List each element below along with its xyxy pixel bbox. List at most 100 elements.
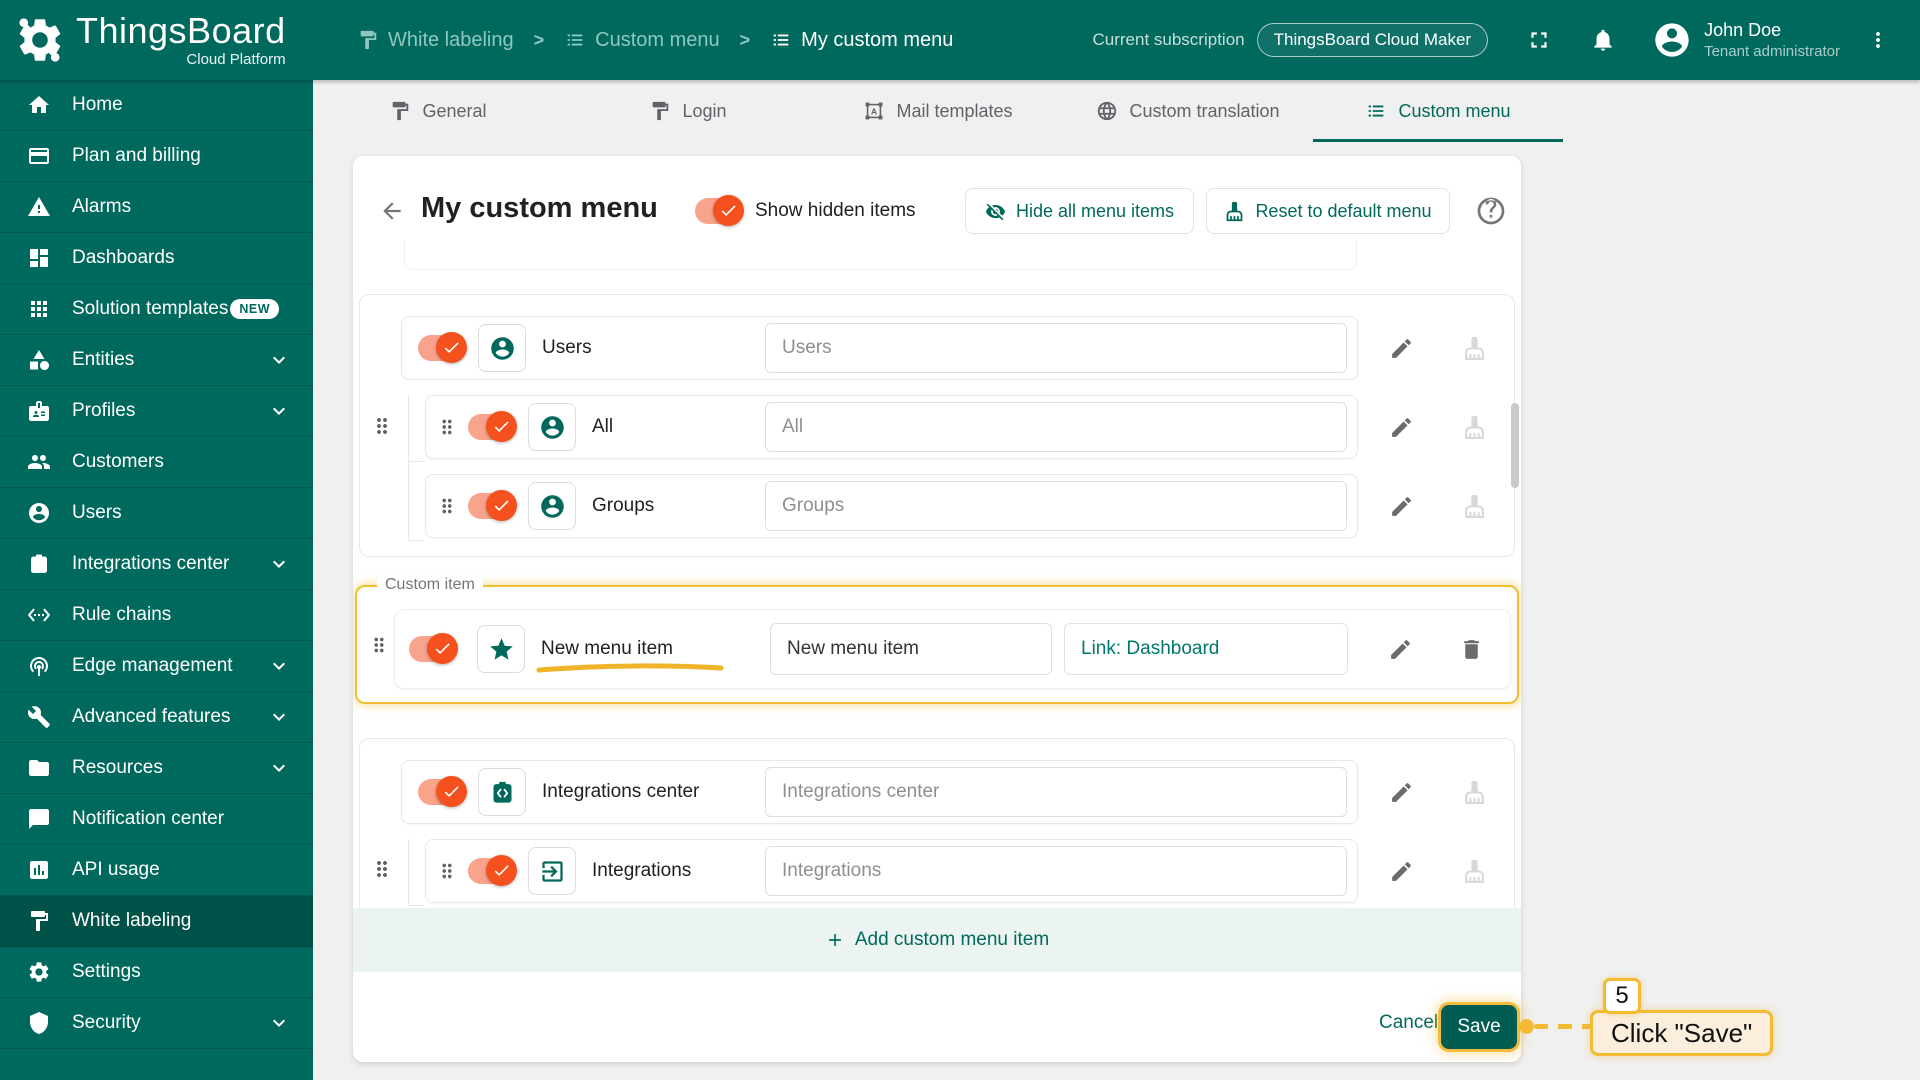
menu-items-list: Users All bbox=[353, 240, 1521, 908]
sidebar-item-dashboards[interactable]: Dashboards bbox=[0, 233, 313, 284]
menu-item-name-input[interactable] bbox=[765, 323, 1347, 373]
help-icon[interactable] bbox=[1475, 195, 1507, 227]
menu-item-icon-button[interactable] bbox=[528, 482, 576, 530]
sidebar-item-advanced-features[interactable]: Advanced features bbox=[0, 692, 313, 743]
breadcrumb-custom-menu[interactable]: Custom menu bbox=[564, 29, 720, 52]
chevron-down-icon bbox=[267, 399, 291, 423]
drag-handle-icon[interactable] bbox=[370, 857, 394, 881]
menu-item-name-input[interactable] bbox=[765, 481, 1347, 531]
exit-to-app-icon bbox=[539, 858, 566, 885]
menu-item-name-input[interactable] bbox=[765, 402, 1347, 452]
add-custom-menu-item-button[interactable]: Add custom menu item bbox=[353, 908, 1521, 972]
row-visibility-toggle[interactable] bbox=[468, 411, 517, 442]
reset-row-icon bbox=[1462, 859, 1487, 884]
chevron-down-icon bbox=[267, 552, 291, 576]
tab-custom-menu[interactable]: Custom menu bbox=[1313, 80, 1563, 142]
edit-icon[interactable] bbox=[1389, 415, 1414, 440]
row-visibility-toggle[interactable] bbox=[409, 633, 458, 664]
notifications-bell-icon[interactable] bbox=[1590, 27, 1616, 53]
edit-icon[interactable] bbox=[1389, 859, 1414, 884]
sidebar-item-edge-management[interactable]: Edge management bbox=[0, 641, 313, 692]
subscription-badge[interactable]: ThingsBoard Cloud Maker bbox=[1256, 23, 1489, 57]
sidebar-item-solution-templates[interactable]: Solution templates NEW bbox=[0, 284, 313, 335]
sidebar-item-white-labeling[interactable]: White labeling bbox=[0, 896, 313, 947]
reset-row-icon bbox=[1462, 494, 1487, 519]
menu-item-name-input[interactable] bbox=[765, 767, 1347, 817]
sidebar-item-rule-chains[interactable]: Rule chains bbox=[0, 590, 313, 641]
cancel-button[interactable]: Cancel bbox=[1379, 1012, 1438, 1034]
sidebar-item-api-usage[interactable]: API usage bbox=[0, 845, 313, 896]
brush-icon bbox=[1224, 201, 1245, 222]
menu-row-groups: Groups bbox=[425, 474, 1514, 538]
drag-handle-icon[interactable] bbox=[368, 634, 390, 656]
user-info[interactable]: John Doe Tenant administrator bbox=[1704, 20, 1840, 60]
menu-item-name-input[interactable] bbox=[765, 846, 1347, 896]
logo[interactable]: ThingsBoard Cloud Platform bbox=[0, 0, 313, 80]
tab-general[interactable]: General bbox=[313, 80, 563, 142]
sidebar-item-profiles[interactable]: Profiles bbox=[0, 386, 313, 437]
row-visibility-toggle[interactable] bbox=[418, 332, 467, 363]
star-icon bbox=[488, 636, 515, 663]
menu-item-icon-button[interactable] bbox=[528, 847, 576, 895]
delete-icon[interactable] bbox=[1459, 637, 1484, 662]
menu-item-icon-button[interactable] bbox=[478, 768, 526, 816]
drag-handle-icon[interactable] bbox=[436, 860, 458, 882]
edit-icon[interactable] bbox=[1389, 336, 1414, 361]
menu-item-label: All bbox=[592, 416, 614, 437]
tab-login[interactable]: Login bbox=[563, 80, 813, 142]
title-row: My custom menu Show hidden items Hide al… bbox=[353, 186, 1521, 238]
sidebar-item-integrations-center[interactable]: Integrations center bbox=[0, 539, 313, 590]
sidebar-item-resources[interactable]: Resources bbox=[0, 743, 313, 794]
edit-icon[interactable] bbox=[1388, 637, 1413, 662]
paint-icon bbox=[27, 909, 51, 933]
tab-bar: General Login A Mail templates Custom transl… bbox=[313, 80, 1920, 142]
check-icon bbox=[433, 639, 452, 658]
row-visibility-toggle[interactable] bbox=[418, 776, 467, 807]
back-arrow-icon[interactable] bbox=[379, 198, 405, 224]
drag-handle-icon[interactable] bbox=[436, 495, 458, 517]
avatar[interactable] bbox=[1652, 20, 1692, 60]
breadcrumb-white-labeling[interactable]: White labeling bbox=[357, 29, 514, 52]
hide-all-menu-items-button[interactable]: Hide all menu items bbox=[965, 188, 1194, 234]
save-button[interactable]: Save bbox=[1441, 1005, 1517, 1049]
tab-custom-translation[interactable]: Custom translation bbox=[1063, 80, 1313, 142]
sidebar-item-customers[interactable]: Customers bbox=[0, 437, 313, 488]
menu-item-label: Integrations bbox=[592, 860, 692, 881]
chart-icon bbox=[27, 858, 51, 882]
show-hidden-label: Show hidden items bbox=[755, 200, 916, 221]
paint-roller-icon bbox=[357, 29, 379, 51]
person-icon bbox=[539, 493, 566, 520]
show-hidden-toggle[interactable] bbox=[695, 195, 744, 226]
menu-item-icon-button[interactable] bbox=[478, 324, 526, 372]
drag-handle-icon[interactable] bbox=[436, 416, 458, 438]
sidebar-item-entities[interactable]: Entities bbox=[0, 335, 313, 386]
drag-handle-icon[interactable] bbox=[370, 414, 394, 438]
menu-item-link-input[interactable] bbox=[1064, 623, 1348, 675]
list-scrollbar[interactable] bbox=[1511, 403, 1519, 488]
sidebar-item-settings[interactable]: Settings bbox=[0, 947, 313, 998]
breadcrumb-separator: > bbox=[739, 29, 751, 50]
breadcrumb-my-custom-menu[interactable]: My custom menu bbox=[770, 29, 953, 52]
annotation-step-number: 5 bbox=[1603, 978, 1641, 1014]
menu-item-icon-button[interactable] bbox=[528, 403, 576, 451]
sidebar-item-users[interactable]: Users bbox=[0, 488, 313, 539]
edit-icon[interactable] bbox=[1389, 494, 1414, 519]
ethernet-icon bbox=[27, 603, 51, 627]
sidebar-item-plan-and-billing[interactable]: Plan and billing bbox=[0, 131, 313, 182]
menu-item-name-input[interactable] bbox=[770, 623, 1052, 675]
sidebar-item-security[interactable]: Security bbox=[0, 998, 313, 1049]
sidebar-item-notification-center[interactable]: Notification center bbox=[0, 794, 313, 845]
sidebar-item-home[interactable]: Home bbox=[0, 80, 313, 131]
custom-item-legend: Custom item bbox=[377, 576, 483, 594]
menu-item-icon-button[interactable] bbox=[477, 625, 525, 673]
breadcrumb-separator: > bbox=[533, 29, 545, 50]
fullscreen-icon[interactable] bbox=[1526, 27, 1552, 53]
more-menu-icon[interactable] bbox=[1866, 28, 1890, 52]
reset-to-default-menu-button[interactable]: Reset to default menu bbox=[1206, 188, 1450, 234]
row-visibility-toggle[interactable] bbox=[468, 855, 517, 886]
row-visibility-toggle[interactable] bbox=[468, 490, 517, 521]
tab-mail-templates[interactable]: A Mail templates bbox=[813, 80, 1063, 142]
edit-icon[interactable] bbox=[1389, 780, 1414, 805]
logo-subtitle: Cloud Platform bbox=[186, 51, 286, 68]
sidebar-item-alarms[interactable]: Alarms bbox=[0, 182, 313, 233]
